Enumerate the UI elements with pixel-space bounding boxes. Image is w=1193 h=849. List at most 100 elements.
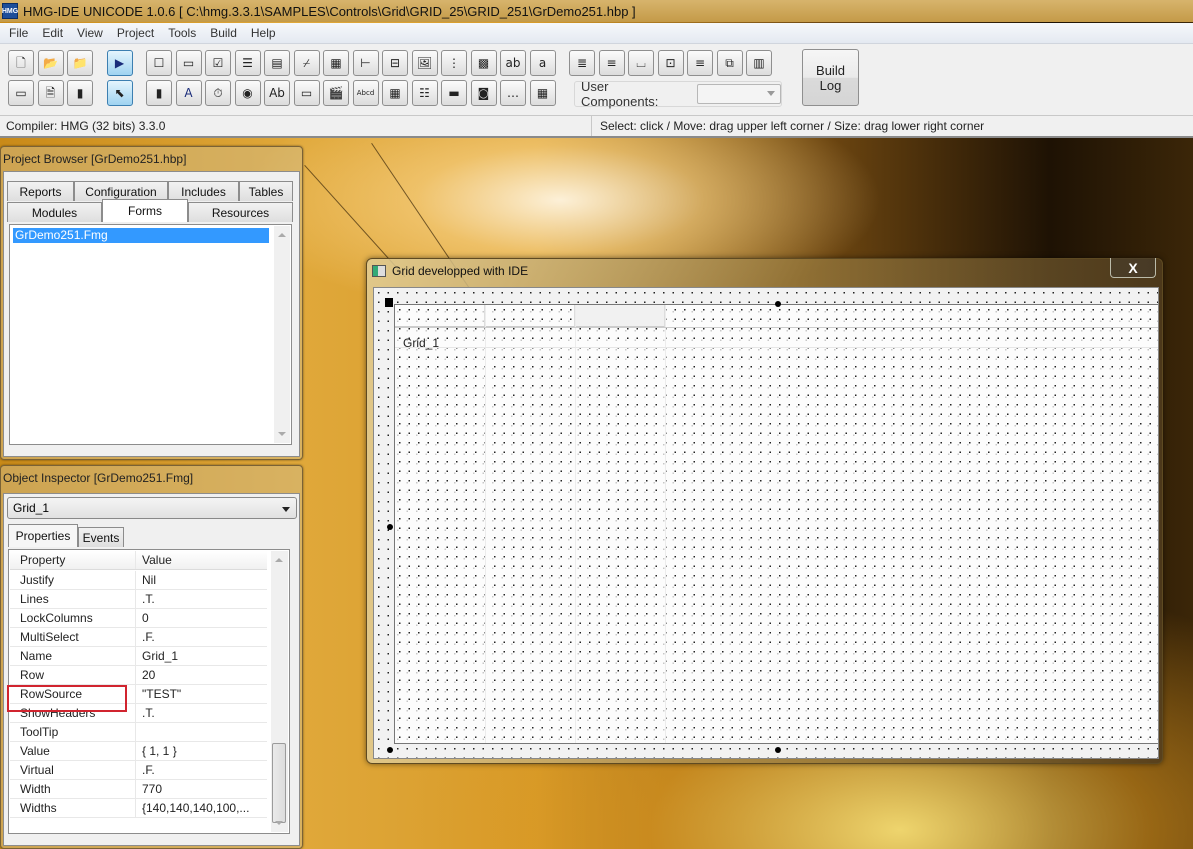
columns-button[interactable]: ▥ (746, 50, 772, 76)
frame-control-button[interactable]: ☐ (146, 50, 172, 76)
scroll-up-icon[interactable] (275, 558, 283, 562)
align-top-button[interactable]: ≣ (569, 50, 595, 76)
control-select[interactable]: Grid_1 (7, 497, 297, 519)
property-row[interactable]: Row 20 (10, 666, 267, 685)
tab-reports[interactable]: Reports (7, 181, 74, 201)
menu-help[interactable]: Help (244, 26, 283, 40)
property-value[interactable]: {140,140,140,100,... (136, 799, 249, 817)
grid-control-button[interactable]: ▦ (323, 50, 349, 76)
resize-handle-left[interactable] (387, 524, 393, 530)
resize-handle-bottom-left[interactable] (387, 747, 393, 753)
properties-scrollbar[interactable] (271, 551, 288, 832)
tab-events[interactable]: Events (78, 527, 124, 547)
property-value[interactable]: "TEST" (136, 685, 181, 703)
grid-control[interactable]: Grid_1 (394, 304, 1158, 744)
line-control-button[interactable]: ⌿ (293, 50, 320, 76)
tab-forms[interactable]: Forms (102, 199, 188, 222)
resize-handle-top[interactable] (775, 301, 781, 307)
tab-order-button[interactable]: ⧉ (716, 50, 743, 76)
same-width-button[interactable]: ⊡ (657, 50, 684, 76)
tab-resources[interactable]: Resources (188, 202, 293, 222)
scroll-down-icon[interactable] (278, 432, 286, 436)
property-value[interactable]: 0 (136, 609, 149, 627)
build-log-button[interactable]: Build Log (802, 49, 859, 106)
scrollbar-thumb[interactable] (272, 743, 286, 823)
move-handle[interactable] (385, 298, 393, 307)
property-row[interactable]: Lines .T. (10, 590, 267, 609)
property-value[interactable]: .T. (136, 704, 155, 722)
listbox-control-button[interactable]: ☰ (234, 50, 261, 76)
menu-file[interactable]: File (2, 26, 35, 40)
checkbox-control-button[interactable]: ☑ (205, 50, 231, 76)
menu-build[interactable]: Build (203, 26, 244, 40)
property-row[interactable]: Widths {140,140,140,100,... (10, 799, 267, 818)
browse-db-control-button[interactable]: ▦ (529, 80, 556, 106)
scroll-down-icon[interactable] (275, 821, 283, 825)
property-value[interactable]: { 1, 1 } (136, 742, 177, 760)
datepicker-control-button[interactable]: ▩ (470, 50, 497, 76)
tree-control-button[interactable]: ⋮ (441, 50, 467, 76)
monthcal-control-button[interactable]: ▦ (382, 80, 408, 106)
form-button[interactable]: ▭ (8, 80, 34, 106)
property-value[interactable] (136, 723, 142, 741)
property-value[interactable]: .F. (136, 761, 155, 779)
open-folder-button[interactable]: 📂 (37, 50, 64, 76)
property-value[interactable]: .F. (136, 628, 155, 646)
run-button[interactable]: ▶ (106, 50, 133, 76)
slider-control-button[interactable]: ⊢ (352, 50, 379, 76)
same-height-button[interactable]: ≡ (687, 50, 713, 76)
hyperlink-control-button[interactable]: Abcd (352, 80, 379, 106)
tab-tables[interactable]: Tables (239, 181, 293, 201)
checklist-control-button[interactable]: ☷ (411, 80, 438, 106)
label-control-button[interactable]: A (175, 80, 202, 106)
forms-list[interactable]: GrDemo251.Fmg (9, 224, 292, 445)
scroll-up-icon[interactable] (278, 233, 286, 237)
menu-view[interactable]: View (70, 26, 110, 40)
new-button[interactable]: 🗋 (8, 50, 34, 76)
tab-configuration[interactable]: Configuration (74, 181, 168, 201)
tab-control-button[interactable]: ▭ (293, 80, 320, 106)
user-components-select[interactable] (697, 84, 781, 104)
ipaddress-control-button[interactable]: … (500, 80, 526, 106)
property-value[interactable]: 770 (136, 780, 162, 798)
menu-project[interactable]: Project (110, 26, 161, 40)
property-value[interactable]: .T. (136, 590, 155, 608)
richedit-control-button[interactable]: Ab (264, 80, 290, 106)
menu-edit[interactable]: Edit (35, 26, 70, 40)
timer-control-button[interactable]: ⏱ (205, 80, 231, 106)
property-row[interactable]: Virtual .F. (10, 761, 267, 780)
combobox-control-button[interactable]: ▤ (264, 50, 290, 76)
film-button[interactable]: ▮ (67, 80, 93, 106)
property-value[interactable]: 20 (136, 666, 155, 684)
property-row[interactable]: Justify Nil (10, 571, 267, 590)
tab-properties[interactable]: Properties (8, 524, 78, 547)
property-row[interactable]: MultiSelect .F. (10, 628, 267, 647)
property-value[interactable]: Grid_1 (136, 647, 178, 665)
progressbar-control-button[interactable]: ▬ (441, 80, 467, 106)
pointer-button[interactable]: ⬉ (106, 80, 133, 106)
resize-handle-bottom[interactable] (775, 747, 781, 753)
textbox-control-button[interactable]: ab (500, 50, 526, 76)
property-row[interactable]: Name Grid_1 (10, 647, 267, 666)
tab-includes[interactable]: Includes (168, 181, 239, 201)
open-project-button[interactable]: 📁 (67, 50, 93, 76)
menu-tools[interactable]: Tools (161, 26, 203, 40)
tab-modules[interactable]: Modules (7, 202, 102, 222)
property-row[interactable]: Value{ 1, 1 } (10, 742, 267, 761)
spinner-control-button[interactable]: ⊟ (382, 50, 408, 76)
align-bottom-button[interactable]: ⌴ (628, 50, 654, 76)
image-control-button[interactable]: 🖼 (411, 50, 438, 76)
editbox-control-button[interactable]: a (529, 50, 556, 76)
document-button[interactable]: 🗎 (37, 80, 64, 106)
property-row[interactable]: Width 770 (10, 780, 267, 799)
form-design-surface[interactable]: Grid_1 (373, 287, 1159, 759)
player-control-button[interactable]: ◙ (470, 80, 497, 106)
activex-control-button[interactable]: ▮ (146, 80, 172, 106)
property-row[interactable]: LockColumns 0 (10, 609, 267, 628)
forms-list-scrollbar[interactable] (274, 226, 290, 443)
radio-control-button[interactable]: ◉ (234, 80, 261, 106)
list-item-form[interactable]: GrDemo251.Fmg (13, 228, 269, 243)
close-button[interactable]: X (1110, 258, 1156, 278)
property-value[interactable]: Nil (136, 571, 156, 589)
button-control-button[interactable]: ▭ (175, 50, 202, 76)
